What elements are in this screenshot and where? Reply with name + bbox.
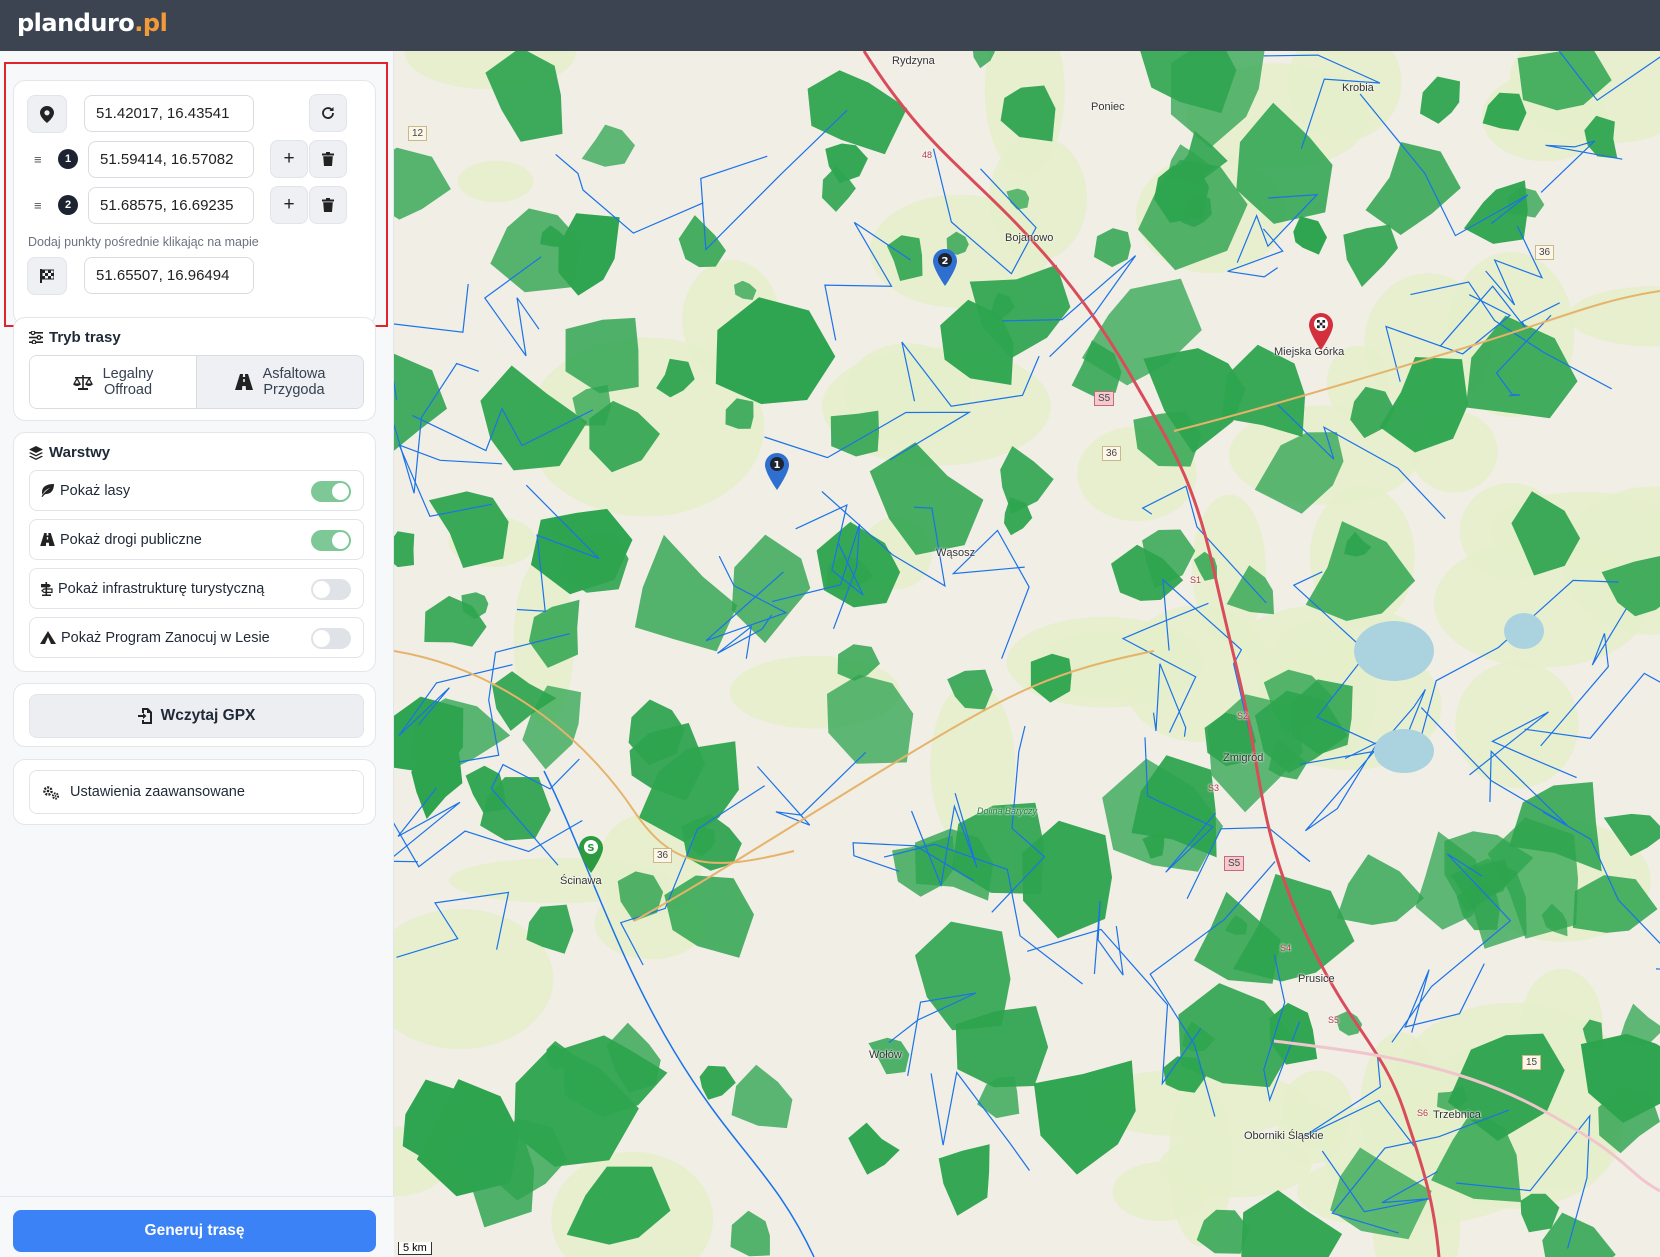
load-gpx-button[interactable]: Wczytaj GPX: [29, 694, 364, 738]
load-gpx-label: Wczytaj GPX: [160, 707, 256, 724]
road-shield: 36: [653, 848, 673, 863]
layers-title-text: Warstwy: [49, 444, 111, 461]
layers-icon: [29, 445, 43, 460]
place-label: Oborniki Śląskie: [1244, 1130, 1324, 1142]
layer-toggle-public-roads[interactable]: Pokaż drogi publiczne: [29, 519, 364, 560]
layer-toggle-tourist-infrastructure[interactable]: Pokaż infrastrukturę turystyczną: [29, 568, 364, 609]
place-label: Wąsosz: [936, 547, 976, 559]
marker-start-letter: S: [587, 843, 594, 854]
road-shield: 36: [1535, 245, 1555, 260]
expressway-s5-line: [862, 51, 1441, 1257]
app-logo[interactable]: planduro.pl: [17, 9, 168, 37]
road-line: [633, 650, 1155, 922]
waypoint-2-marker[interactable]: 2: [930, 247, 960, 287]
place-label: Poniec: [1091, 101, 1125, 113]
public-roads-switch[interactable]: [311, 530, 351, 551]
road-ref-label: S6: [1417, 1108, 1429, 1118]
generate-route-label: Generuj trasę: [144, 1222, 245, 1239]
tourist-infrastructure-switch[interactable]: [311, 579, 351, 600]
tent-icon: [40, 631, 56, 644]
switch-knob: [313, 581, 330, 598]
generate-route-button[interactable]: Generuj trasę: [13, 1210, 376, 1252]
route-mode-legal-offroad[interactable]: Legalny Offroad: [30, 356, 196, 408]
route-mode-title: Tryb trasy: [29, 329, 121, 346]
route-mode-selector: Legalny Offroad Asfaltowa Przygoda: [29, 355, 364, 409]
scale-icon: [72, 375, 93, 390]
forests-switch[interactable]: [311, 481, 351, 502]
asphalt-adventure-label: Asfaltowa Przygoda: [263, 366, 326, 398]
sliders-icon: [29, 331, 43, 344]
place-label: Wołów: [869, 1049, 902, 1061]
layer-label: Pokaż infrastrukturę turystyczną: [58, 580, 265, 597]
place-label: Trzebnica: [1433, 1109, 1481, 1121]
end-marker[interactable]: [1306, 311, 1336, 351]
place-label: Prusice: [1298, 973, 1335, 985]
road-line: [1173, 290, 1660, 432]
road-line: [394, 650, 795, 864]
zanocuj-switch[interactable]: [311, 628, 351, 649]
route-mode-title-text: Tryb trasy: [49, 329, 121, 346]
waypoint-1-marker[interactable]: 1: [762, 451, 792, 491]
sidebar: 51.42017, 16.43541 ≡ 1 51.59414, 16.5708…: [0, 51, 394, 1257]
asphalt-line1: Asfaltowa: [262, 366, 326, 382]
layer-toggle-zanocuj-w-lesie[interactable]: Pokaż Program Zanocuj w Lesie: [29, 617, 364, 658]
place-label: Bojanowo: [1005, 232, 1054, 244]
place-label: Zmigród: [1223, 752, 1264, 764]
legal-offroad-line2: Offroad: [103, 382, 153, 398]
marker-number: 1: [774, 460, 781, 471]
place-label: Krobia: [1342, 82, 1374, 94]
route-mode-asphalt-adventure[interactable]: Asfaltowa Przygoda: [196, 356, 363, 408]
legal-offroad-line1: Legalny: [102, 366, 154, 382]
layers-card: Warstwy Pokaż lasy Pokaż drogi publiczne…: [13, 432, 376, 672]
road-ref-label: S1: [1190, 575, 1202, 585]
road-ref-label: S4: [1280, 943, 1292, 953]
map-scale: 5 km: [398, 1242, 432, 1255]
switch-knob: [313, 630, 330, 647]
logo-tld: .pl: [134, 9, 168, 37]
road-ref-label: S5: [1328, 1015, 1340, 1025]
route-mode-card: Tryb trasy Legalny Offroad Asfaltowa Przyg…: [13, 317, 376, 421]
legal-offroad-label: Legalny Offroad: [103, 366, 154, 398]
layer-label: Pokaż Program Zanocuj w Lesie: [61, 629, 270, 646]
asphalt-line2: Przygoda: [263, 382, 325, 398]
road-shield: S5: [1224, 856, 1245, 871]
gears-icon: [43, 785, 60, 800]
marker-number: 2: [942, 256, 949, 267]
start-marker[interactable]: S: [576, 834, 606, 874]
selection-highlight: [4, 62, 388, 327]
layer-label: Pokaż lasy: [60, 482, 131, 499]
advanced-settings-button[interactable]: Ustawienia zaawansowane: [29, 770, 364, 814]
road-ref-label: S3: [1208, 783, 1220, 793]
top-bar: planduro.pl: [0, 0, 1660, 51]
road-icon: [40, 533, 55, 546]
logo-main: planduro: [17, 9, 135, 37]
switch-knob: [332, 532, 349, 549]
road-shield: 15: [1522, 1055, 1542, 1070]
signpost-icon: [41, 581, 53, 596]
road-shield: S5: [1094, 391, 1115, 406]
layers-title: Warstwy: [29, 444, 110, 461]
place-label: Dolina Baryczy: [977, 806, 1038, 816]
road-shield: 36: [1102, 446, 1122, 461]
advanced-settings-label: Ustawienia zaawansowane: [70, 784, 245, 800]
generate-bar: Generuj trasę: [0, 1196, 394, 1257]
layer-toggle-forests[interactable]: Pokaż lasy: [29, 470, 364, 511]
map-view[interactable]: Rydzyna Poniec Krobia Bojanowo Miejska G…: [394, 51, 1660, 1257]
road-icon: [234, 374, 253, 390]
gpx-card: Wczytaj GPX: [13, 683, 376, 747]
place-label: Rydzyna: [892, 55, 935, 67]
road-ref-label: S2: [1237, 711, 1249, 721]
file-import-icon: [137, 708, 152, 724]
place-label: Ścinawa: [560, 875, 602, 887]
leaf-icon: [41, 484, 54, 497]
layer-label: Pokaż drogi publiczne: [60, 531, 202, 548]
advanced-card: Ustawienia zaawansowane: [13, 759, 376, 825]
road-shield: 12: [408, 126, 428, 141]
switch-knob: [332, 483, 349, 500]
road-ref-label: 48: [922, 150, 933, 160]
